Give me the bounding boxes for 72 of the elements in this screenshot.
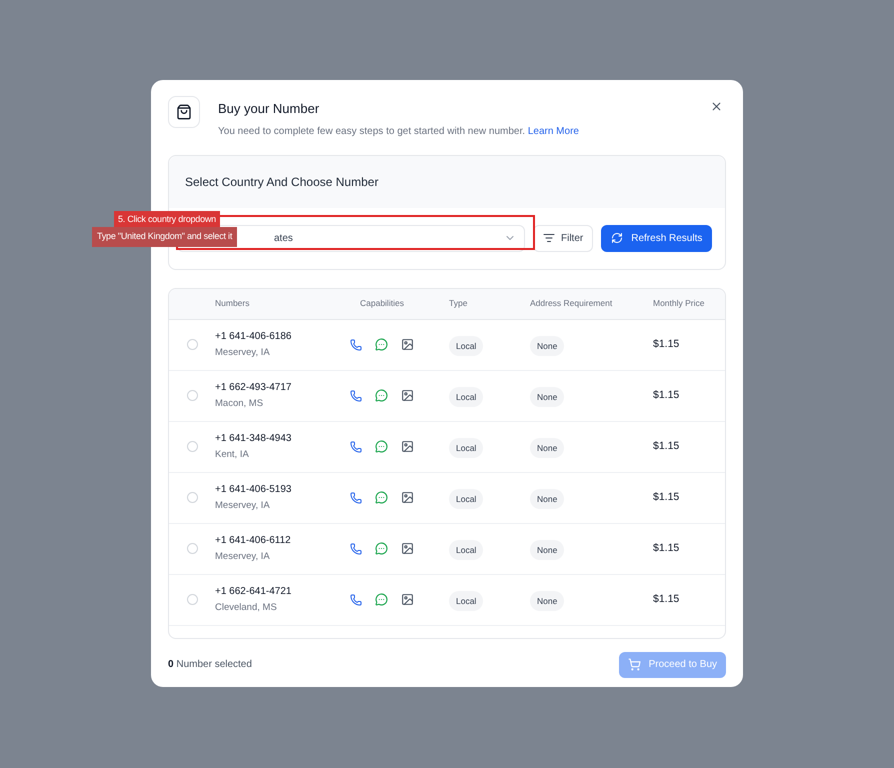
close-icon[interactable] [710, 100, 723, 113]
address-tag: None [530, 590, 564, 612]
image-icon [401, 440, 414, 453]
number-location: Cleveland, MS [215, 600, 278, 615]
image-icon [401, 491, 414, 504]
message-icon [375, 338, 388, 351]
monthly-price: $1.15 [653, 438, 680, 454]
type-tag: Local [449, 590, 484, 612]
type-tag: Local [449, 336, 484, 356]
row-radio[interactable] [186, 543, 198, 554]
refresh-icon [611, 232, 624, 244]
image-icon [401, 389, 414, 402]
message-icon [375, 440, 388, 453]
monthly-price: $1.15 [653, 592, 680, 607]
phone-number: +1 641-406-5193 [215, 482, 292, 497]
column-header: Monthly Price [653, 297, 706, 310]
monthly-price: $1.15 [653, 336, 680, 352]
address-tag: None [530, 540, 564, 560]
row-radio[interactable] [186, 492, 198, 503]
row-radio[interactable] [186, 441, 198, 452]
column-header: Numbers [215, 297, 250, 310]
filter-button[interactable]: Filter [533, 224, 594, 252]
section-title: Select Country And Choose Number [185, 174, 378, 190]
number-location: Kent, IA [215, 448, 250, 462]
number-location: Meservey, IA [215, 346, 271, 360]
bag-icon [168, 96, 200, 128]
number-location: Meservey, IA [215, 550, 271, 564]
monthly-price: $1.15 [653, 490, 680, 505]
column-header: Capabilities [360, 297, 405, 310]
row-radio[interactable] [186, 594, 198, 605]
learn-more-link[interactable]: Learn More [528, 126, 579, 136]
phone-icon [350, 390, 362, 402]
cart-icon [628, 658, 641, 671]
image-icon [401, 338, 414, 351]
filter-icon [543, 232, 555, 244]
message-icon [375, 542, 388, 555]
column-header: Type [449, 297, 468, 310]
phone-icon [350, 338, 362, 350]
phone-number: +1 662-641-4721 [215, 584, 292, 599]
address-tag: None [530, 488, 564, 510]
type-tag: Local [449, 438, 484, 458]
image-icon [401, 542, 414, 555]
type-tag: Local [449, 488, 484, 510]
phone-number: +1 662-493-4717 [215, 380, 292, 395]
message-icon [375, 389, 388, 402]
dialog-subtitle: You need to complete few easy steps to get started with new number. Learn More [218, 124, 580, 138]
phone-icon [350, 440, 362, 452]
refresh-results-button[interactable]: Refresh Results [601, 224, 712, 252]
address-tag: None [530, 386, 564, 408]
phone-icon [350, 594, 362, 606]
row-radio[interactable] [186, 339, 198, 350]
dialog-title: Buy your Number [218, 100, 320, 118]
phone-number: +1 641-406-6112 [215, 534, 292, 548]
message-icon [375, 491, 388, 504]
column-header: Address Requirement [530, 297, 614, 310]
message-icon [375, 593, 388, 606]
row-radio[interactable] [186, 390, 198, 401]
monthly-price: $1.15 [653, 540, 680, 556]
phone-number: +1 641-406-6186 [215, 330, 292, 344]
type-tag: Local [449, 386, 484, 408]
monthly-price: $1.15 [653, 388, 680, 403]
address-tag: None [530, 438, 564, 458]
selected-count: 0 Number selected [168, 658, 252, 672]
number-location: Meservey, IA [215, 498, 271, 513]
phone-number: +1 641-348-4943 [215, 432, 292, 446]
number-location: Macon, MS [215, 396, 264, 411]
address-tag: None [530, 336, 564, 356]
type-tag: Local [449, 540, 484, 560]
image-icon [401, 593, 414, 606]
hint-tooltip: Type "United Kingdom" and select it [92, 227, 238, 246]
phone-icon [350, 542, 362, 554]
phone-icon [350, 492, 362, 504]
